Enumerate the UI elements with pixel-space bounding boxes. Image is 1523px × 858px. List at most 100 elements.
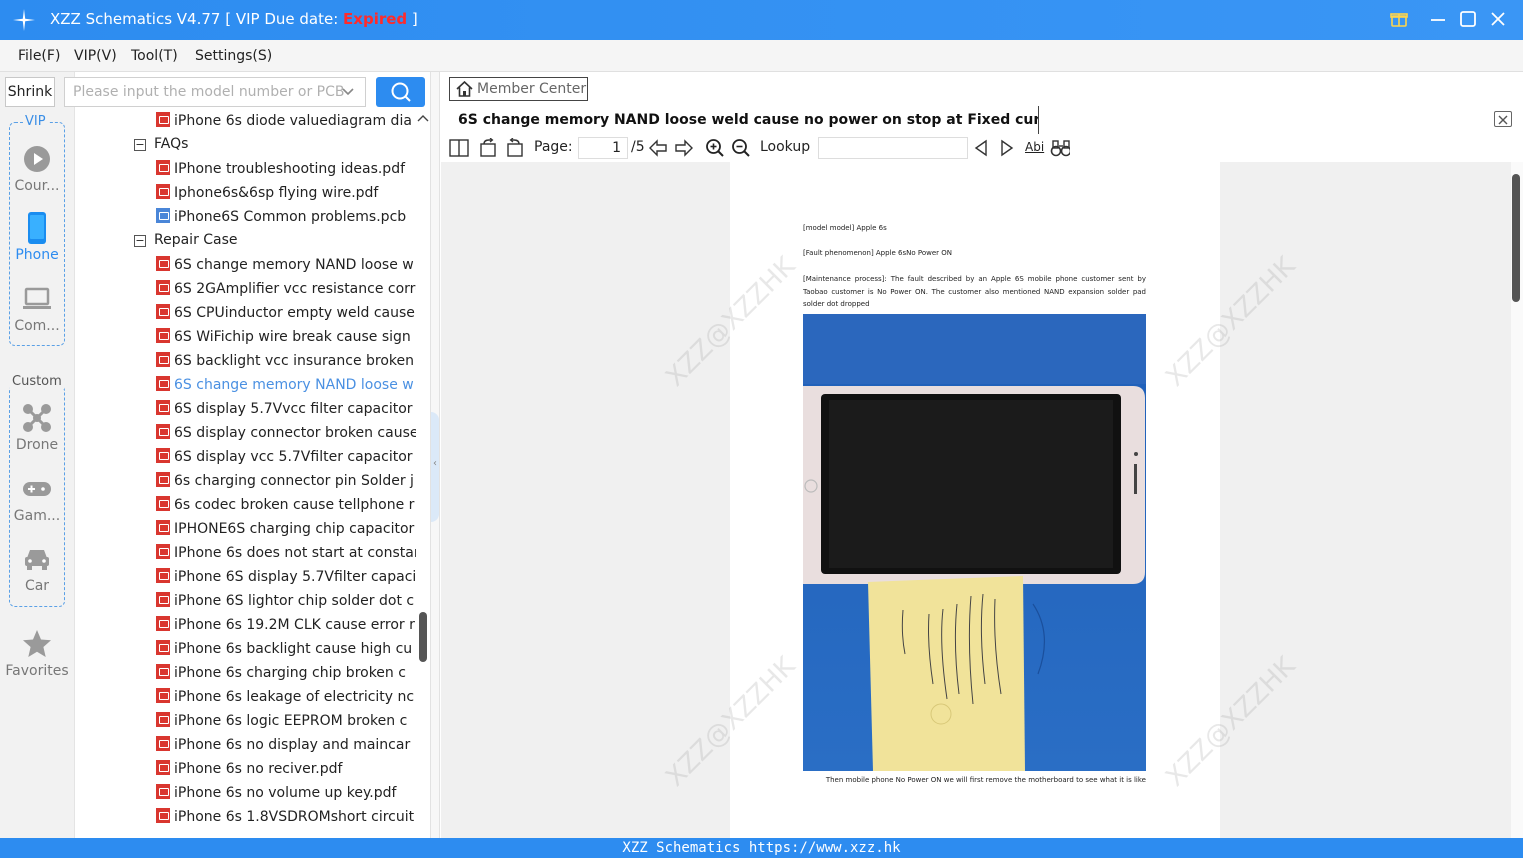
tree-file-item[interactable]: 6S display connector broken cause (156, 424, 416, 448)
tree-file-item[interactable]: Iphone6s&6sp flying wire.pdf (156, 184, 416, 208)
close-tab-icon[interactable] (1494, 111, 1512, 127)
tree-file-item[interactable]: iPhone 6s no volume up key.pdf (156, 784, 416, 808)
vip-expired-status: Expired (343, 10, 408, 28)
tree-file-item[interactable]: IPhone 6s does not start at constar (156, 544, 416, 568)
match-case-icon[interactable]: Abi (1025, 140, 1044, 154)
tree-file-item[interactable]: 6S 2GAmplifier vcc resistance corrc (156, 280, 416, 304)
collapse-icon[interactable]: − (134, 139, 146, 151)
rail-item-label: Favorites (5, 663, 69, 679)
document-scrollbar[interactable] (1511, 162, 1523, 838)
collapse-icon[interactable]: − (134, 235, 146, 247)
tree-file-item[interactable]: iPhone 6S lightor chip solder dot c (156, 592, 416, 616)
rail-item-courses[interactable]: Cour... (5, 144, 69, 194)
document-tab[interactable]: 6S change memory NAND loose weld cause n… (449, 106, 1039, 134)
menu-tool[interactable]: Tool(T) (131, 48, 178, 64)
custom-group-label: Custom (10, 374, 64, 389)
panel-splitter[interactable]: ‹ (430, 72, 440, 838)
menu-file[interactable]: File(F) (18, 48, 60, 64)
pdf-icon (156, 712, 170, 727)
tree-file-item[interactable]: iPhone 6s no reciver.pdf (156, 760, 416, 784)
model-search-input[interactable]: Please input the model number or PCB (64, 77, 366, 107)
pdf-icon (156, 760, 170, 775)
rotate-left-icon[interactable] (478, 138, 498, 158)
tree-file-item[interactable]: 6s codec broken cause tellphone r (156, 496, 416, 520)
collapse-panel-handle[interactable]: ‹ (431, 412, 439, 522)
tree-folder-repair-case[interactable]: − Repair Case (134, 232, 238, 256)
tree-file-item[interactable]: iPhone 6s no display and maincar (156, 736, 416, 760)
pdf-icon (156, 568, 170, 583)
rail-item-computer[interactable]: Com... (5, 284, 69, 334)
pdf-icon (156, 664, 170, 679)
rail-item-game[interactable]: Gam... (5, 474, 69, 524)
pdf-icon (156, 424, 170, 439)
tree-file-item[interactable]: iPhone6S Common problems.pcb (156, 208, 416, 232)
search-button[interactable] (376, 77, 425, 107)
tree-file-item[interactable]: 6S CPUinductor empty weld cause (156, 304, 416, 328)
pdf-icon (156, 688, 170, 703)
phone-photo (803, 314, 1146, 771)
pdf-icon (156, 256, 170, 271)
file-tree: iPhone 6s diode valuediagram dia − FAQs I… (76, 110, 416, 838)
previous-page-icon[interactable] (648, 138, 668, 158)
tree-file-item[interactable]: iPhone 6s 1.8VSDROMshort circuit (156, 808, 416, 832)
drone-icon (22, 403, 52, 433)
close-button[interactable] (1487, 8, 1509, 30)
pdf-icon (156, 592, 170, 607)
pdf-icon (156, 808, 170, 823)
find-previous-icon[interactable] (971, 138, 991, 158)
tree-file-item[interactable]: 6S display 5.7Vvcc filter capacitor b (156, 400, 416, 424)
find-next-icon[interactable] (997, 138, 1017, 158)
rail-item-phone[interactable]: Phone (5, 212, 69, 263)
model-line: [model model] Apple 6s (803, 224, 887, 232)
gift-icon[interactable] (1388, 8, 1410, 30)
maximize-button[interactable] (1457, 8, 1479, 30)
sidebar-toggle-icon[interactable] (449, 138, 469, 158)
tree-file-item[interactable]: iPhone 6s backlight cause high cu (156, 640, 416, 664)
pdf-icon (156, 784, 170, 799)
tree-file-item[interactable]: 6S display vcc 5.7Vfilter capacitor b (156, 448, 416, 472)
minimize-button[interactable] (1427, 8, 1449, 30)
next-page-icon[interactable] (674, 138, 694, 158)
rotate-right-icon[interactable] (505, 138, 525, 158)
scroll-up-icon[interactable] (417, 113, 429, 126)
tree-folder-faqs[interactable]: − FAQs (134, 136, 188, 160)
rail-item-favorites[interactable]: Favorites (5, 629, 69, 679)
pdf-icon (156, 352, 170, 367)
tree-file-item[interactable]: 6S WiFichip wire break cause sign (156, 328, 416, 352)
tree-scrollbar-thumb[interactable] (419, 612, 427, 662)
rail-item-label: Com... (14, 318, 60, 334)
tree-file-item[interactable]: 6S backlight vcc insurance broken (156, 352, 416, 376)
menu-settings[interactable]: Settings(S) (195, 48, 272, 64)
tree-file-item[interactable]: iPhone 6s leakage of electricity nc (156, 688, 416, 712)
pdf-icon (156, 376, 170, 391)
tree-file-item[interactable]: IPHONE6S charging chip capacitor (156, 520, 416, 544)
tree-file-item[interactable]: iPhone 6S display 5.7Vfilter capaci (156, 568, 416, 592)
rail-item-label: Phone (15, 247, 59, 263)
pdf-icon (156, 544, 170, 559)
menu-vip[interactable]: VIP(V) (74, 48, 117, 64)
tree-file-item[interactable]: 6s charging connector pin Solder j (156, 472, 416, 496)
tree-file-item[interactable]: iPhone 6s diode valuediagram dia (156, 112, 416, 136)
pdf-icon (156, 448, 170, 463)
zoom-in-icon[interactable] (705, 138, 725, 158)
tree-file-item[interactable]: IPhone troubleshooting ideas.pdf (156, 160, 416, 184)
rail-item-car[interactable]: Car (5, 544, 69, 594)
pdf-page: [model model] Apple 6s [Fault phenomenon… (730, 162, 1220, 838)
tree-file-item[interactable]: iPhone 6s charging chip broken c (156, 664, 416, 688)
tree-file-item[interactable]: iPhone 6s logic EEPROM broken c (156, 712, 416, 736)
rail-item-drone[interactable]: Drone (5, 403, 69, 453)
page-number-input[interactable]: 1 (578, 137, 628, 159)
search-icon (391, 82, 411, 102)
pdf-icon (156, 160, 170, 175)
laptop-icon (22, 284, 52, 314)
zoom-out-icon[interactable] (731, 138, 751, 158)
shrink-button[interactable]: Shrink (5, 77, 55, 107)
tree-file-item[interactable]: 6S change memory NAND loose w (156, 256, 416, 280)
member-center-button[interactable]: Member Center (449, 77, 588, 101)
window-title: XZZ Schematics V4.77 [ VIP Due date: Exp… (50, 10, 418, 28)
tree-file-item-selected[interactable]: 6S change memory NAND loose w (156, 376, 416, 400)
lookup-input[interactable] (818, 137, 968, 159)
binoculars-icon[interactable] (1050, 138, 1070, 158)
tree-file-item[interactable]: iPhone 6s 19.2M CLK cause error r (156, 616, 416, 640)
document-scrollbar-thumb[interactable] (1512, 174, 1520, 302)
